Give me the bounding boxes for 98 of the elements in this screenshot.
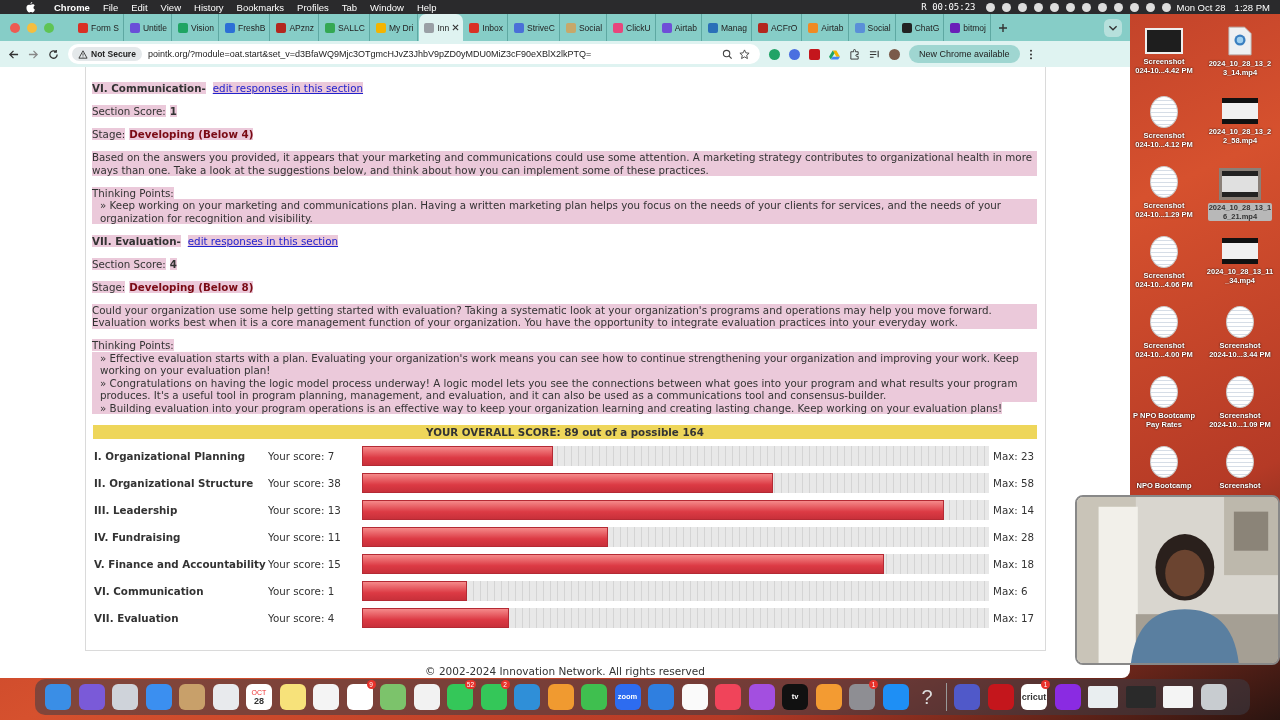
- section-summary: Based on the answers you provided, it appears that your marketing and communications could use some attention. A marketing strategy contributes to organizational health in more ways than one. Take a look at the suggestions below, and think about how you can implement some of these practices.: [92, 151, 1037, 176]
- window-thumbnail-icon[interactable]: [1088, 686, 1118, 708]
- menu-item[interactable]: File: [102, 1, 119, 13]
- app-icon[interactable]: [380, 684, 406, 710]
- address-bar[interactable]: Not Secure pointk.org/?module=oat.start&set_v=d3BfaWQ9Mjc3OTgmcHJvZ3JhbV9pZD0yMDU0MiZ3cF90eXBlX2lkPTQ=: [68, 44, 760, 64]
- menu-time: 1:28 PM: [1234, 1, 1270, 13]
- category-score: Your score: 15: [268, 557, 342, 570]
- category-max: Max: 18: [993, 557, 1035, 570]
- reload-icon[interactable]: [48, 48, 59, 60]
- app-icon[interactable]: [547, 684, 574, 710]
- help-app-icon[interactable]: ?: [916, 684, 938, 710]
- category-name: I. Organizational Planning: [94, 449, 247, 462]
- category-max: Max: 14: [993, 503, 1035, 516]
- category-name: V. Finance and Accountability: [94, 557, 267, 570]
- thinking-points-label: Thinking Points:: [92, 186, 174, 199]
- thinking-point: » Keep working on your marketing and communications plan. Having a written marketing plan helps you focus on the needs of your clients for services, and the needs of your organization for recognition and visibility.: [92, 199, 1037, 224]
- app-icon[interactable]: [447, 684, 473, 710]
- new-tab-icon[interactable]: [998, 22, 1008, 33]
- app-icon[interactable]: [212, 684, 239, 710]
- category-score: Your score: 13: [268, 503, 342, 516]
- menu-item[interactable]: History: [194, 1, 224, 13]
- section-score: 4: [169, 257, 177, 270]
- stage-label: Stage:: [92, 280, 126, 293]
- menu-item[interactable]: Tab: [341, 1, 358, 13]
- app-icon[interactable]: [480, 684, 507, 710]
- overall-score-banner: YOUR OVERALL SCORE: 89 out of a possible 164: [93, 425, 1037, 439]
- drive-icon[interactable]: [829, 48, 840, 60]
- bookmark-star-icon[interactable]: [739, 48, 750, 60]
- app-icon[interactable]: [1200, 684, 1227, 710]
- app-icon-text: 28: [254, 695, 264, 706]
- close-tab-icon[interactable]: [452, 24, 460, 31]
- update-button[interactable]: New Chrome available: [909, 45, 1020, 63]
- security-chip[interactable]: Not Secure: [72, 47, 142, 61]
- app-icon[interactable]: [681, 684, 708, 710]
- score-label: Section Score:: [92, 105, 166, 117]
- app-icon[interactable]: [112, 684, 138, 710]
- category-max: Max: 28: [993, 530, 1035, 543]
- thinking-point: » Congratulations on having the logic model process underway! A logic model lets you see the connections between what goes into your program and what results your program produces. It's a useful tool in program planning, management, and evaluation, and it can also be used as a communications tool and consensus-builder.: [92, 376, 1037, 402]
- app-icon[interactable]: [413, 684, 440, 710]
- category-score: Your score: 1: [268, 584, 336, 597]
- stage-value: Developing (Below 8): [129, 280, 254, 293]
- video-file-icon[interactable]: [1228, 26, 1252, 56]
- category-name: VI. Communication: [94, 584, 205, 597]
- menu-item[interactable]: Window: [370, 1, 404, 13]
- score-label: Section Score:: [92, 257, 166, 270]
- menu-item[interactable]: Edit: [131, 1, 148, 13]
- app-icon-text: cricut: [1021, 692, 1047, 702]
- menu-date: Mon Oct 28: [1176, 1, 1226, 13]
- zoom-icon[interactable]: [722, 48, 733, 60]
- extension-icon[interactable]: [769, 48, 780, 60]
- category-name: VII. Evaluation: [94, 611, 180, 624]
- copyright-text: © 2002-2024 Innovation Network. All rights reserved: [424, 665, 706, 677]
- category-score: Your score: 7: [268, 449, 336, 462]
- app-icon[interactable]: [815, 684, 842, 710]
- category-name: IV. Fundraising: [94, 530, 182, 543]
- category-score: Your score: 11: [268, 530, 342, 543]
- menu-item[interactable]: View: [160, 1, 181, 13]
- puzzle-icon[interactable]: [849, 48, 860, 60]
- app-icon[interactable]: [313, 684, 339, 710]
- thinking-point: » Effective evaluation starts with a plan. Evaluating your organization's work means you can see how to continue strengthening your organization and improving your work. Keep working on your evaluation plan!: [92, 351, 1037, 377]
- app-icon[interactable]: [346, 684, 373, 710]
- apple-logo-icon[interactable]: [26, 1, 35, 13]
- category-max: Max: 6: [993, 584, 1028, 597]
- app-icon[interactable]: [279, 684, 306, 710]
- menu-icon[interactable]: [1028, 48, 1033, 60]
- forward-arrow-icon[interactable]: [28, 48, 39, 60]
- window-thumbnail-icon[interactable]: [1125, 686, 1156, 708]
- stage-value: Developing (Below 4): [129, 128, 254, 140]
- category-max: Max: 58: [993, 476, 1035, 489]
- thinking-points-label: Thinking Points:: [92, 339, 174, 351]
- menu-item[interactable]: Help: [416, 1, 437, 13]
- menu-item[interactable]: Profiles: [297, 1, 329, 13]
- app-icon[interactable]: [581, 684, 607, 710]
- category-score: Your score: 38: [268, 476, 342, 489]
- warning-icon: [78, 49, 88, 59]
- category-score: Your score: 4: [268, 611, 336, 624]
- edit-link[interactable]: edit responses in this section: [212, 82, 364, 94]
- tab-search-icon[interactable]: [1104, 18, 1122, 37]
- edit-link[interactable]: edit responses in this section: [187, 234, 339, 247]
- category-name: III. Leadership: [94, 503, 179, 516]
- section-summary: Could your organization use some help getting started with evaluation? Taking a systematic look at your organization's programs and operations may help you move forward. Evaluation works best when it is a core management function of your organization. You have the opportunity to integrate evaluation practices into your everyday work.: [92, 303, 1037, 329]
- recording-timer: R 00:05:23: [921, 2, 976, 12]
- section-heading: VI. Communication-: [92, 82, 206, 94]
- window-thumbnail-icon[interactable]: [1163, 686, 1193, 708]
- profile-avatar[interactable]: [889, 48, 900, 60]
- section-score: 1: [169, 105, 177, 117]
- category-max: Max: 17: [993, 611, 1035, 624]
- app-menu[interactable]: Chrome: [54, 1, 90, 13]
- section-heading: VII. Evaluation-: [92, 234, 181, 247]
- media-control-icon[interactable]: [869, 48, 880, 60]
- stage-label: Stage:: [92, 128, 126, 140]
- category-max: Max: 23: [993, 449, 1035, 462]
- extension-icon[interactable]: [789, 48, 800, 60]
- browser-tab[interactable]: Inn: [419, 14, 464, 41]
- back-arrow-icon[interactable]: [8, 48, 19, 60]
- extension-icon[interactable]: [809, 48, 820, 60]
- menu-item[interactable]: Bookmarks: [236, 1, 285, 13]
- category-name: II. Organizational Structure: [94, 476, 255, 489]
